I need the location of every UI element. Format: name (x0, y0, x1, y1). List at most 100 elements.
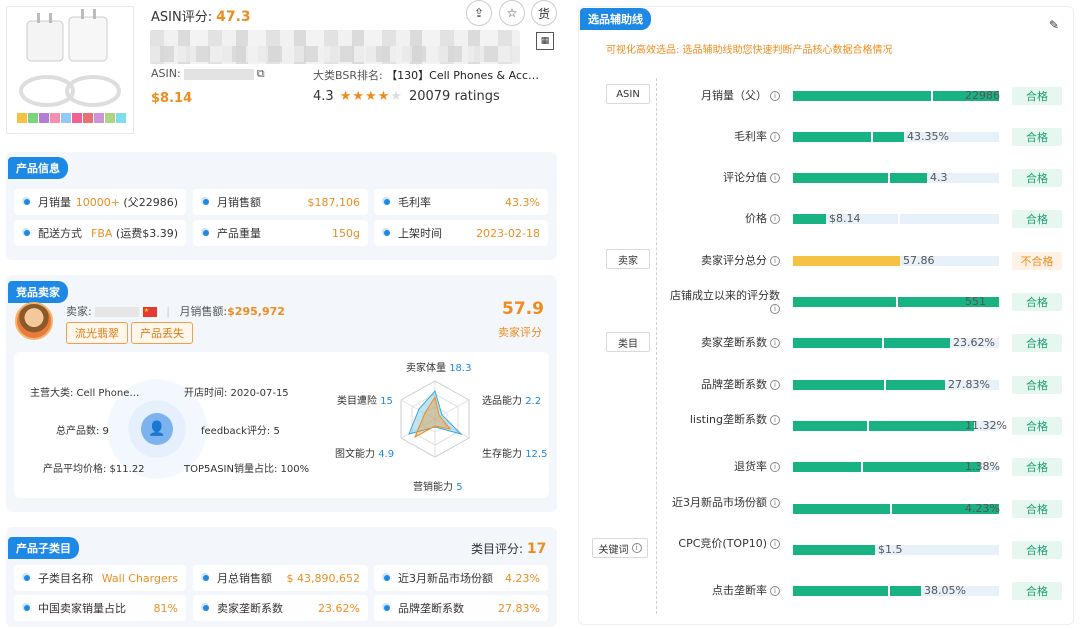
category-score-label: 类目评分: (471, 542, 524, 556)
cell-value: $187,106 (307, 195, 361, 209)
group-divider-line (656, 78, 657, 614)
cell-label: 近3月新品市场份额 (398, 572, 493, 585)
subcat-cell-name: 子类目名称 Wall Chargers (14, 565, 186, 591)
bullet-icon (24, 199, 30, 205)
seller-score-value: 57.9 (502, 299, 544, 319)
info-icon[interactable]: i (770, 586, 780, 596)
info-icon[interactable]: i (770, 304, 780, 314)
group-chip-label: 关键词 (598, 544, 629, 556)
product-thumbnail[interactable] (6, 6, 134, 134)
cell-value: 2023-02-18 (476, 226, 540, 240)
bullet-icon (384, 575, 390, 581)
source-goods-button[interactable]: 货 (531, 0, 557, 26)
metric-threshold-tick (882, 338, 884, 348)
info-icon[interactable]: i (770, 256, 780, 266)
cell-value: 10000+ (75, 196, 120, 209)
info-icon[interactable]: i (770, 132, 780, 142)
info-icon[interactable]: i (770, 173, 780, 183)
metric-status-badge: 合格 (1012, 169, 1062, 187)
bullet-icon (203, 575, 209, 581)
info-cell-listed-date: 上架时间 2023-02-18 (374, 220, 548, 246)
metric-value: 551 (965, 295, 986, 308)
metric-label-text: 卖家垄断系数 (701, 336, 767, 349)
metric-bar-track: 57.86 (793, 254, 999, 267)
cell-label: 月销量 (38, 196, 71, 209)
info-icon[interactable]: i (770, 338, 780, 348)
favorite-button[interactable]: ☆ (499, 0, 525, 26)
info-icon[interactable]: i (770, 462, 780, 472)
rating-value: 4.3 (313, 89, 334, 104)
product-title-blurred-line2 (150, 46, 520, 62)
metric-label-text: listing垄断系数 (689, 413, 767, 426)
metric-label-text: 评论分值 (723, 171, 767, 184)
seller-radar-chart (400, 380, 470, 458)
group-chip-seller[interactable]: 卖家 (606, 249, 650, 269)
metric-label-text: 点击垄断率 (712, 584, 767, 597)
metric-label: 近3月新品市场份额 i (660, 496, 780, 509)
cell-value: $ 43,890,652 (286, 571, 360, 585)
bsr-value[interactable]: 【130】Cell Phones & Acc… (386, 69, 539, 82)
metric-label-text: 月销量（父） (701, 89, 767, 102)
metric-status-badge: 合格 (1012, 376, 1062, 394)
cell-label: 上架时间 (398, 227, 442, 240)
metric-bar-fill (793, 421, 974, 431)
metric-value: 11.32% (965, 419, 1007, 432)
edit-icon[interactable]: ✎ (1049, 18, 1059, 32)
info-icon[interactable]: i (631, 543, 642, 553)
asin-score-label: ASIN评分: (151, 10, 213, 25)
subcat-cell-cn-seller-share: 中国卖家销量占比 81% (14, 595, 186, 621)
metric-bar-fill (793, 338, 950, 348)
metric-threshold-tick (898, 214, 900, 224)
metric-threshold-tick (890, 504, 892, 514)
metric-label: 退货率 i (660, 460, 780, 473)
metric-status-badge: 合格 (1012, 128, 1062, 146)
cell-value[interactable]: Wall Chargers (102, 572, 178, 585)
group-chip-keyword[interactable]: 关键词 i (592, 538, 648, 558)
info-icon[interactable]: i (770, 539, 780, 549)
metric-value: 43.35% (907, 130, 949, 143)
seller-top5-share: TOP5ASIN销量占比: 100% (184, 464, 310, 475)
metric-value: $8.14 (829, 212, 861, 225)
metric-label: 卖家评分总分 i (660, 254, 780, 267)
metric-label-text: 价格 (745, 212, 767, 225)
info-icon[interactable]: i (770, 498, 780, 508)
metric-threshold-tick (888, 173, 890, 183)
info-icon[interactable]: i (770, 214, 780, 224)
group-chip-label: ASIN (616, 88, 640, 100)
metric-threshold-tick (888, 586, 890, 596)
metric-bar-fill (793, 586, 921, 596)
bullet-icon (24, 575, 30, 581)
info-icon[interactable]: i (770, 91, 780, 101)
metric-value: 4.3 (930, 171, 948, 184)
metric-label: 毛利率 i (660, 130, 780, 143)
metric-bar-fill (793, 214, 826, 224)
rating-row: 4.3 ★★★★★ 20079 ratings (313, 89, 500, 104)
info-cell-monthly-sales: 月销量 10000+ (父22986) (14, 189, 186, 215)
metric-value: 4.23% (965, 502, 1000, 515)
copy-icon[interactable]: ⧉ (257, 67, 265, 80)
cell-label: 子类目名称 (38, 572, 93, 585)
goods-icon: 货 (537, 6, 550, 21)
group-chip-asin[interactable]: ASIN (606, 84, 650, 104)
share-button[interactable]: ⇪ (466, 0, 492, 26)
subcat-cell-brand-monopoly: 品牌垄断系数 27.83% (374, 595, 548, 621)
cell-extra: (父22986) (123, 196, 178, 209)
cell-value: 23.62% (318, 601, 360, 615)
ratings-count[interactable]: 20079 ratings (409, 89, 500, 104)
metric-label-text: 品牌垄断系数 (701, 378, 767, 391)
metric-label: 品牌垄断系数 i (660, 378, 780, 391)
product-price: $8.14 (151, 91, 193, 106)
info-icon[interactable]: i (770, 415, 780, 425)
qr-code-button[interactable]: ▦ (536, 32, 554, 50)
metric-bar-track: 1.38% (793, 460, 1000, 473)
product-info-tag: 产品信息 (8, 157, 68, 179)
group-chip-category[interactable]: 类目 (606, 332, 650, 352)
seller-open-time: 开店时间: 2020-07-15 (184, 388, 289, 399)
metric-threshold-tick (896, 297, 898, 307)
metric-bar-track: 38.05% (793, 584, 999, 597)
info-icon[interactable]: i (770, 380, 780, 390)
metric-bar-fill (793, 545, 875, 555)
metric-label: listing垄断系数 i (660, 413, 780, 426)
metric-status-badge: 合格 (1012, 417, 1062, 435)
metric-value: 38.05% (924, 584, 966, 597)
